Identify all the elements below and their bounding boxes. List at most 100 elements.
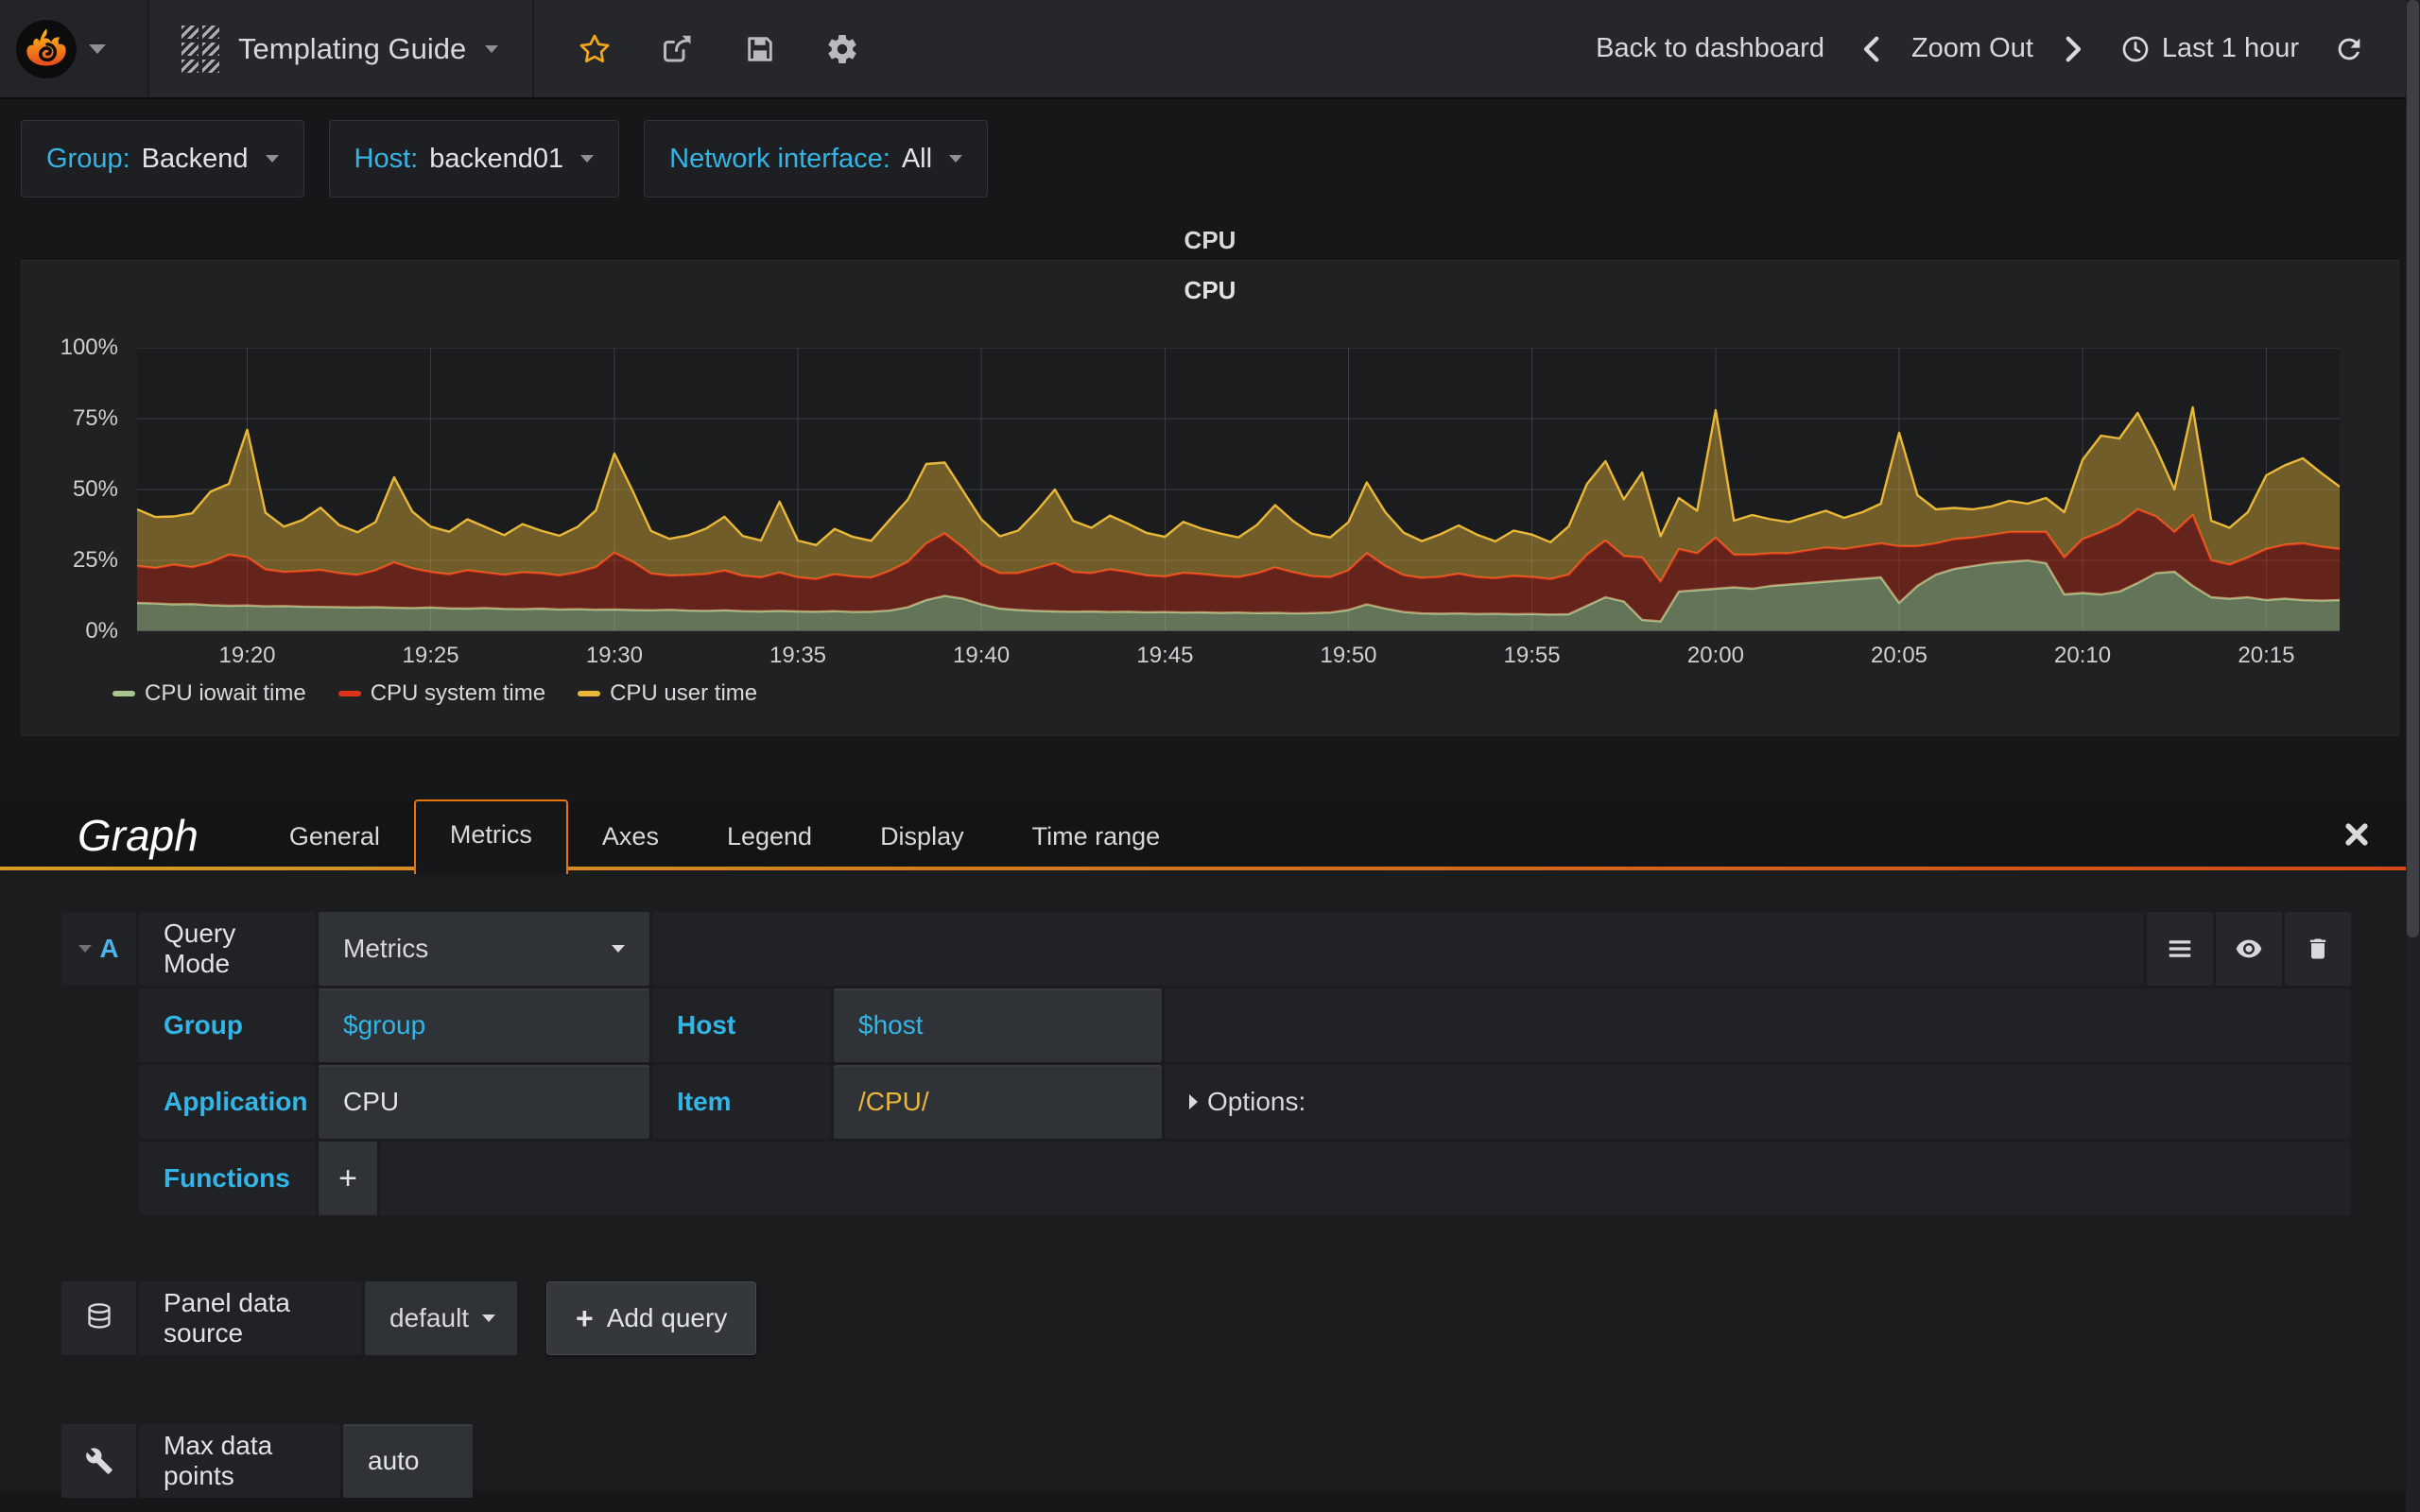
panel-drag-title[interactable]: CPU: [0, 220, 2420, 260]
group-label: Group: [139, 988, 316, 1062]
legend-swatch: [578, 691, 601, 696]
editor-tabs: General Metrics Axes Legend Display Time rang…: [255, 799, 1195, 874]
cpu-graph-panel: CPU 0% 25% 50% 75% 100% 19:20 19:25 19:30 19:35…: [21, 260, 2399, 736]
back-to-dashboard-link[interactable]: Back to dashboard: [1596, 33, 1824, 64]
group-host-spacer: [1165, 988, 2351, 1062]
options-toggle[interactable]: Options:: [1165, 1065, 2351, 1139]
refresh-button[interactable]: [2333, 33, 2365, 65]
host-input[interactable]: $host: [834, 988, 1162, 1062]
grafana-app: Templating Guide Back to dashboard Zoom …: [0, 0, 2420, 1512]
variable-selector-1[interactable]: Host: backend01: [328, 120, 620, 198]
panel-title[interactable]: CPU: [22, 261, 2398, 314]
query-mode-label: Query Mode: [139, 912, 316, 986]
tab-axes[interactable]: Axes: [568, 803, 693, 870]
settings-button[interactable]: [825, 32, 859, 66]
eye-icon: [2236, 939, 2262, 958]
x-tick-label: 20:10: [2054, 643, 2112, 668]
settings-icon-cell: [61, 1424, 136, 1498]
refresh-icon: [2338, 38, 2360, 60]
query-delete-button[interactable]: [2285, 912, 2351, 986]
gear-icon: [828, 34, 856, 63]
plot-area[interactable]: [137, 348, 2340, 631]
y-tick-label: 25%: [72, 547, 118, 573]
chevron-left-icon: [1863, 36, 1879, 61]
time-controls: Zoom Out: [1858, 33, 2086, 64]
panel-type-title: Graph: [78, 811, 199, 860]
chart-region: 0% 25% 50% 75% 100%: [22, 335, 2340, 644]
tab-legend[interactable]: Legend: [693, 803, 846, 870]
y-axis: 0% 25% 50% 75% 100%: [22, 335, 128, 644]
add-query-label: Add query: [606, 1303, 728, 1332]
tab-general[interactable]: General: [255, 803, 414, 870]
plus-icon: +: [576, 1300, 594, 1335]
legend-item-cpu-system-time[interactable]: CPU system time: [337, 680, 546, 707]
query-row-spacer: [652, 912, 2144, 986]
add-query-button[interactable]: + Add query: [546, 1281, 757, 1355]
legend-item-cpu-iowait-time[interactable]: CPU iowait time: [112, 680, 306, 707]
scrollbar-thumb[interactable]: [2407, 0, 2419, 937]
query-mode-select[interactable]: Metrics: [319, 912, 649, 986]
max-data-points-input[interactable]: auto: [343, 1424, 473, 1498]
variable-label: Network interface:: [669, 143, 890, 174]
query-row-application-item: Application CPU Item /CPU/ Options:: [139, 1065, 2351, 1139]
query-mode-value: Metrics: [343, 934, 429, 963]
variable-label: Group:: [46, 143, 130, 174]
x-tick-label: 20:00: [1686, 643, 1744, 668]
variable-value: All: [901, 143, 933, 174]
add-function-button[interactable]: +: [319, 1142, 377, 1215]
x-axis: 19:20 19:25 19:30 19:35 19:40 19:45 19:50 19:55…: [137, 637, 2340, 671]
datasource-icon-cell: [61, 1281, 136, 1355]
host-value: $host: [858, 1010, 924, 1040]
variable-selector-2[interactable]: Network interface: All: [644, 120, 989, 198]
navbar: Templating Guide Back to dashboard Zoom …: [0, 0, 2420, 99]
close-editor-button[interactable]: [2342, 820, 2371, 851]
query-collapse-toggle[interactable]: A: [61, 912, 136, 986]
dashboard-caret-icon: [485, 44, 499, 53]
query-menu-button[interactable]: [2147, 912, 2213, 986]
x-tick-label: 20:05: [1870, 643, 1928, 668]
functions-label: Functions: [139, 1142, 316, 1215]
item-value: /CPU/: [858, 1087, 929, 1116]
share-button[interactable]: [661, 32, 695, 66]
application-input[interactable]: CPU: [319, 1065, 649, 1139]
shift-time-forward-button[interactable]: [2062, 35, 2086, 63]
time-picker[interactable]: Last 1 hour: [2120, 33, 2299, 64]
save-button[interactable]: [744, 33, 776, 65]
template-variables-row: Group: Backend Host: backend01 Network inter…: [0, 99, 2420, 198]
datasource-select[interactable]: default: [365, 1281, 517, 1355]
dashboard-icon: [182, 25, 219, 73]
variable-selector-0[interactable]: Group: Backend: [21, 120, 304, 198]
panel-editor-header: Graph General Metrics Axes Legend Display Tim…: [0, 799, 2420, 874]
zoom-out-button[interactable]: Zoom Out: [1911, 33, 2033, 64]
tab-time-range[interactable]: Time range: [998, 803, 1195, 870]
grafana-logo-menu[interactable]: [0, 0, 149, 97]
dashboard-title-menu[interactable]: Templating Guide: [149, 0, 535, 97]
legend-label: CPU system time: [370, 680, 546, 706]
menu-icon: [2169, 940, 2191, 957]
x-tick-label: 20:15: [2238, 643, 2295, 668]
datasource-value: default: [389, 1303, 470, 1332]
query-toggle-visibility-button[interactable]: [2216, 912, 2282, 986]
legend-swatch: [112, 691, 135, 696]
legend-label: CPU user time: [610, 680, 758, 706]
tab-metrics[interactable]: Metrics: [413, 799, 568, 874]
options-label: Options:: [1207, 1087, 1306, 1116]
metrics-tab-content: A Query Mode Metrics Group $group Host $: [0, 870, 2420, 1498]
trash-icon: [2309, 938, 2326, 959]
item-input[interactable]: /CPU/: [834, 1065, 1162, 1139]
application-value: CPU: [343, 1087, 400, 1116]
x-tick-label: 19:30: [585, 643, 643, 668]
star-icon: [579, 34, 610, 62]
star-button[interactable]: [578, 32, 612, 66]
query-row-functions: Functions +: [139, 1142, 2351, 1215]
tab-display[interactable]: Display: [846, 803, 998, 870]
y-tick-label: 0%: [85, 618, 118, 644]
legend-item-cpu-user-time[interactable]: CPU user time: [578, 680, 757, 707]
datasource-caret-icon: [482, 1314, 496, 1322]
y-tick-label: 75%: [72, 405, 118, 431]
group-input[interactable]: $group: [319, 988, 649, 1062]
host-label: Host: [652, 988, 831, 1062]
legend-swatch: [337, 691, 361, 696]
variable-caret-icon: [580, 155, 595, 163]
shift-time-back-button[interactable]: [1858, 35, 1883, 63]
